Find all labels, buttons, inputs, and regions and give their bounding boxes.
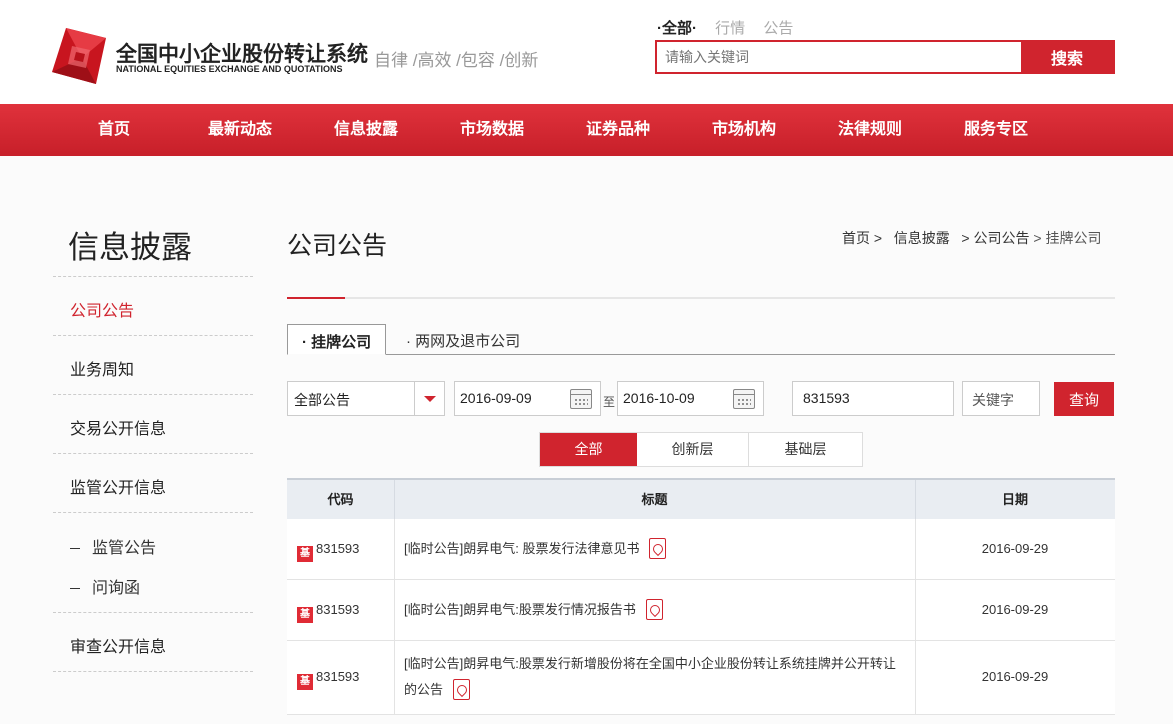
divider	[53, 394, 253, 395]
basic-layer-badge: 基	[297, 607, 313, 623]
sidebar-title: 信息披露	[68, 230, 192, 265]
sidebar-item-regulatory-info[interactable]: 监管公开信息	[70, 474, 166, 498]
site-header: 全国中小企业股份转让系统 NATIONAL EQUITIES EXCHANGE …	[0, 0, 1173, 104]
title-link[interactable]: [临时公告]朗昇电气:股票发行情况报告书	[404, 602, 636, 617]
divider	[53, 276, 253, 277]
divider	[394, 519, 395, 579]
nav-rules[interactable]: 法律规则	[815, 104, 925, 156]
table-row[interactable]: 基 831593 [临时公告]朗昇电气:股票发行情况报告书 2016-09-29	[287, 580, 1115, 641]
query-button[interactable]: 查询	[1054, 382, 1114, 416]
search-input[interactable]	[657, 42, 1025, 72]
row-title[interactable]: [临时公告]朗昇电气:股票发行新增股份将在全国中小企业股份转让系统挂牌并公开转让…	[404, 651, 904, 703]
row-title[interactable]: [临时公告]朗昇电气: 股票发行法律意见书	[404, 536, 667, 562]
announcement-type-value: 全部公告	[294, 392, 350, 408]
search-box: 搜索	[655, 40, 1115, 74]
divider	[53, 671, 253, 672]
breadcrumb: 首页 > 信息披露 > 公司公告 > 挂牌公司	[842, 228, 1101, 248]
sidebar-item-trading-info[interactable]: 交易公开信息	[70, 415, 166, 439]
page-title: 公司公告	[287, 232, 388, 260]
divider	[53, 512, 253, 513]
dash-icon	[70, 548, 80, 550]
code-input[interactable]: 831593	[792, 381, 954, 416]
code-value: 831593	[316, 669, 360, 684]
tab-delisted-companies[interactable]: · 两网及退市公司	[392, 324, 534, 355]
title-accent	[287, 297, 345, 299]
table-row[interactable]: 基 831593 [临时公告]朗昇电气: 股票发行法律意见书 2016-09-29	[287, 519, 1115, 580]
keyword-input[interactable]: 关键字	[962, 381, 1040, 416]
search-scope-tabs: ·全部· 行情 公告	[657, 17, 807, 38]
basic-layer-badge: 基	[297, 674, 313, 690]
level-all[interactable]: 全部	[540, 433, 637, 466]
date-separator: 至	[603, 395, 616, 409]
logo-title-en[interactable]: NATIONAL EQUITIES EXCHANGE AND QUOTATION…	[116, 64, 343, 74]
column-header-title: 标题	[641, 492, 668, 507]
date-to-field[interactable]: 2016-10-09	[617, 381, 764, 416]
nav-institutions[interactable]: 市场机构	[689, 104, 799, 156]
table-header: 代码 标题 日期	[287, 478, 1115, 519]
divider	[287, 297, 1115, 299]
row-code: 基 831593	[297, 669, 359, 690]
title-link[interactable]: [临时公告]朗昇电气: 股票发行法律意见书	[404, 541, 639, 556]
divider	[53, 612, 253, 613]
search-tab-all[interactable]: ·全部·	[657, 17, 697, 38]
logo-icon[interactable]	[52, 28, 106, 84]
date-to-value: 2016-10-09	[623, 390, 695, 406]
nav-securities[interactable]: 证券品种	[563, 104, 673, 156]
nav-news[interactable]: 最新动态	[185, 104, 295, 156]
sidebar-subitem-inquiry-letters[interactable]: 问询函	[70, 574, 140, 598]
code-value: 831593	[316, 602, 360, 617]
level-toggle: 全部 创新层 基础层	[539, 432, 863, 467]
column-header-date: 日期	[1001, 492, 1028, 507]
sidebar-item-review-info[interactable]: 审查公开信息	[70, 633, 166, 657]
breadcrumb-disclosure[interactable]: 信息披露	[894, 230, 950, 246]
sidebar-subitem-regulatory-announcements[interactable]: 监管公告	[70, 534, 156, 558]
nav-market-data[interactable]: 市场数据	[437, 104, 547, 156]
pdf-icon[interactable]	[649, 538, 667, 559]
row-code: 基 831593	[297, 541, 359, 562]
divider	[53, 453, 253, 454]
slogan: 自律 /高效 /包容 /创新	[374, 51, 539, 70]
divider	[915, 480, 916, 519]
nav-services[interactable]: 服务专区	[941, 104, 1051, 156]
breadcrumb-announcements[interactable]: > 公司公告	[961, 230, 1029, 246]
sidebar-item-business-notices[interactable]: 业务周知	[70, 356, 134, 380]
date-from-value: 2016-09-09	[460, 390, 532, 406]
dash-icon	[70, 588, 80, 590]
column-header-code: 代码	[327, 492, 354, 507]
nav-disclosure[interactable]: 信息披露	[311, 104, 421, 156]
row-title[interactable]: [临时公告]朗昇电气:股票发行情况报告书	[404, 597, 663, 623]
basic-layer-badge: 基	[297, 546, 313, 562]
search-button[interactable]: 搜索	[1021, 42, 1113, 72]
sidebar-subitem-label: 监管公告	[92, 540, 157, 557]
divider	[394, 580, 395, 640]
calendar-icon[interactable]	[570, 389, 592, 409]
code-value: 831593	[316, 541, 360, 556]
search-tab-announcements[interactable]: 公告	[763, 17, 793, 38]
pdf-icon[interactable]	[453, 679, 471, 700]
breadcrumb-listed: > 挂牌公司	[1033, 230, 1102, 246]
sidebar-subitem-label: 问询函	[92, 580, 141, 597]
level-innovation[interactable]: 创新层	[637, 433, 749, 466]
breadcrumb-home[interactable]: 首页 >	[842, 230, 882, 246]
tab-listed-companies[interactable]: · 挂牌公司	[287, 324, 387, 355]
nav-home[interactable]: 首页	[59, 104, 169, 156]
row-date: 2016-09-29	[981, 669, 1049, 684]
divider	[394, 480, 395, 519]
date-from-field[interactable]: 2016-09-09	[454, 381, 601, 416]
title-link[interactable]: [临时公告]朗昇电气:股票发行新增股份将在全国中小企业股份转让系统挂牌并公开转让…	[404, 656, 896, 697]
pdf-icon[interactable]	[645, 599, 663, 620]
main-nav: 首页 最新动态 信息披露 市场数据 证券品种 市场机构 法律规则 服务专区	[0, 104, 1173, 156]
row-code: 基 831593	[297, 602, 359, 623]
level-basic[interactable]: 基础层	[749, 433, 862, 466]
announcement-type-select[interactable]: 全部公告	[287, 381, 445, 416]
divider	[53, 335, 253, 336]
chevron-down-icon	[414, 382, 444, 415]
sidebar-item-company-announcements[interactable]: 公司公告	[70, 297, 134, 321]
calendar-icon[interactable]	[733, 389, 755, 409]
row-date: 2016-09-29	[981, 541, 1049, 556]
divider	[394, 641, 395, 714]
table-row[interactable]: 基 831593 [临时公告]朗昇电气:股票发行新增股份将在全国中小企业股份转让系…	[287, 641, 1115, 715]
row-date: 2016-09-29	[981, 602, 1049, 617]
search-tab-quotes[interactable]: 行情	[715, 17, 745, 38]
